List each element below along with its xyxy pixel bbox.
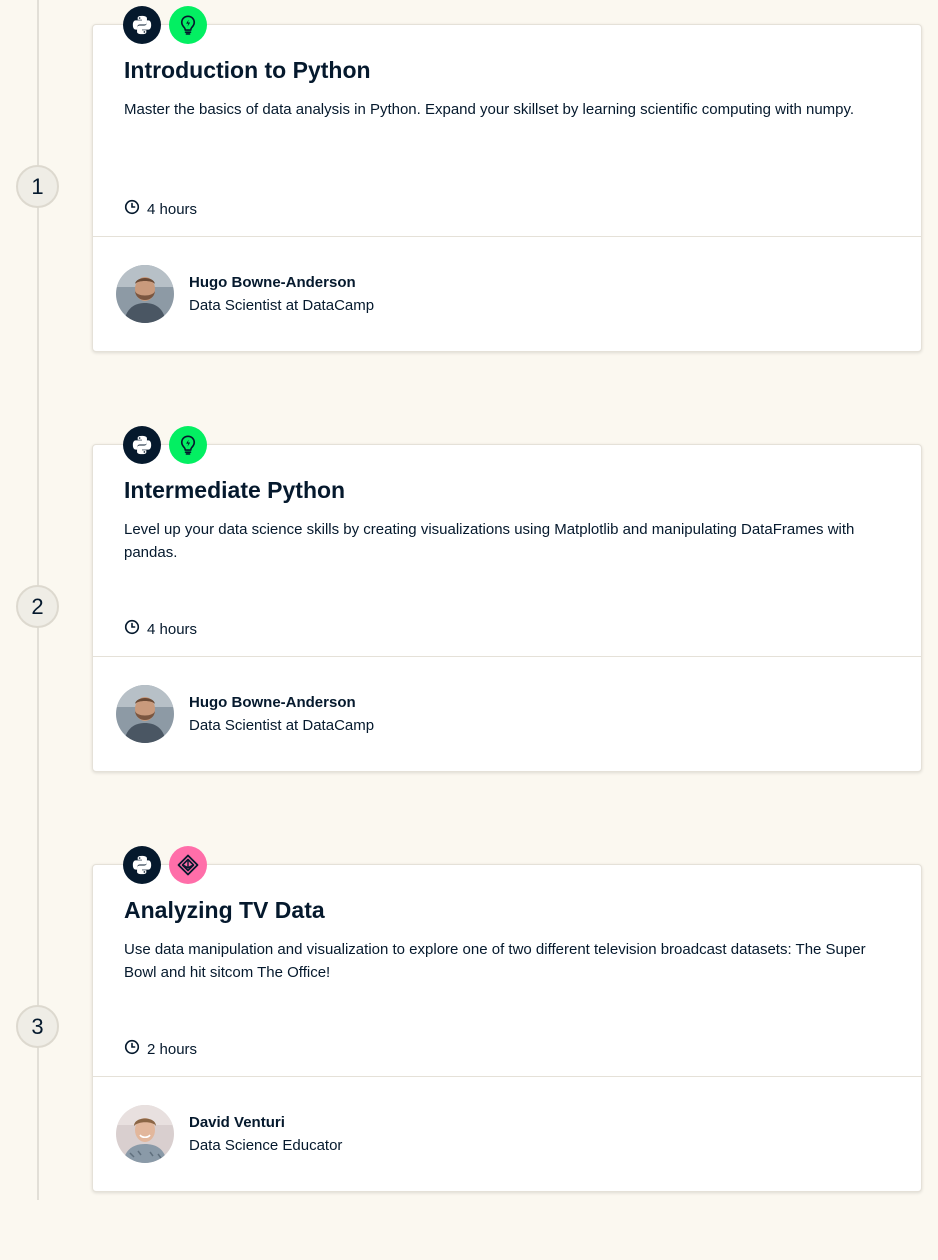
duration-text: 2 hours [147,1040,198,1058]
course-description: Master the basics of data analysis in Py… [124,101,855,118]
clock-icon [124,199,140,219]
lightbulb-icon [169,426,207,464]
course-badges [123,846,207,884]
course-title[interactable]: Introduction to Python [124,57,371,84]
instructor-role: Data Science Educator [189,1136,343,1154]
instructor-name: David Venturi [189,1113,285,1131]
duration-text: 4 hours [147,620,198,638]
clock-icon [124,619,140,639]
clock-icon [124,1039,140,1059]
instructor-avatar [116,685,174,743]
step-number-badge: 2 [16,585,59,628]
course-badges [123,426,207,464]
course-duration: 4 hours [124,619,197,639]
step-number-badge: 3 [16,1005,59,1048]
python-icon [123,426,161,464]
card-divider [93,1076,921,1077]
instructor[interactable]: Hugo Bowne-Anderson Data Scientist at Da… [116,685,374,743]
instructor-role: Data Scientist at DataCamp [189,716,375,734]
instructor-avatar [116,1105,174,1163]
instructor-name: Hugo Bowne-Anderson [189,693,356,711]
track-step-1: 1 Introduction to Python Master the basi… [0,0,938,420]
course-description: Level up your data science skills by cre… [124,521,855,561]
course-card-intermediate-python[interactable]: Intermediate Python Level up your data s… [92,444,922,772]
course-badges [123,6,207,44]
instructor-name: Hugo Bowne-Anderson [189,273,356,291]
course-title[interactable]: Intermediate Python [124,477,345,504]
python-icon [123,6,161,44]
step-number-badge: 1 [16,165,59,208]
card-divider [93,656,921,657]
project-layers-icon [169,846,207,884]
duration-text: 4 hours [147,200,198,218]
track-step-3: 3 Analyzing TV Data Use data manipulatio… [0,840,938,1260]
card-divider [93,236,921,237]
track-step-2: 2 Intermediate Python Level up your data… [0,420,938,840]
lightbulb-icon [169,6,207,44]
instructor[interactable]: David Venturi Data Science Educator [116,1105,342,1163]
course-duration: 4 hours [124,199,197,219]
instructor[interactable]: Hugo Bowne-Anderson Data Scientist at Da… [116,265,374,323]
python-icon [123,846,161,884]
course-duration: 2 hours [124,1039,197,1059]
instructor-role: Data Scientist at DataCamp [189,296,375,314]
course-description: Use data manipulation and visualization … [124,941,866,981]
course-card-introduction-to-python[interactable]: Introduction to Python Master the basics… [92,24,922,352]
instructor-avatar [116,265,174,323]
course-card-analyzing-tv-data[interactable]: Analyzing TV Data Use data manipulation … [92,864,922,1192]
course-title[interactable]: Analyzing TV Data [124,897,325,924]
